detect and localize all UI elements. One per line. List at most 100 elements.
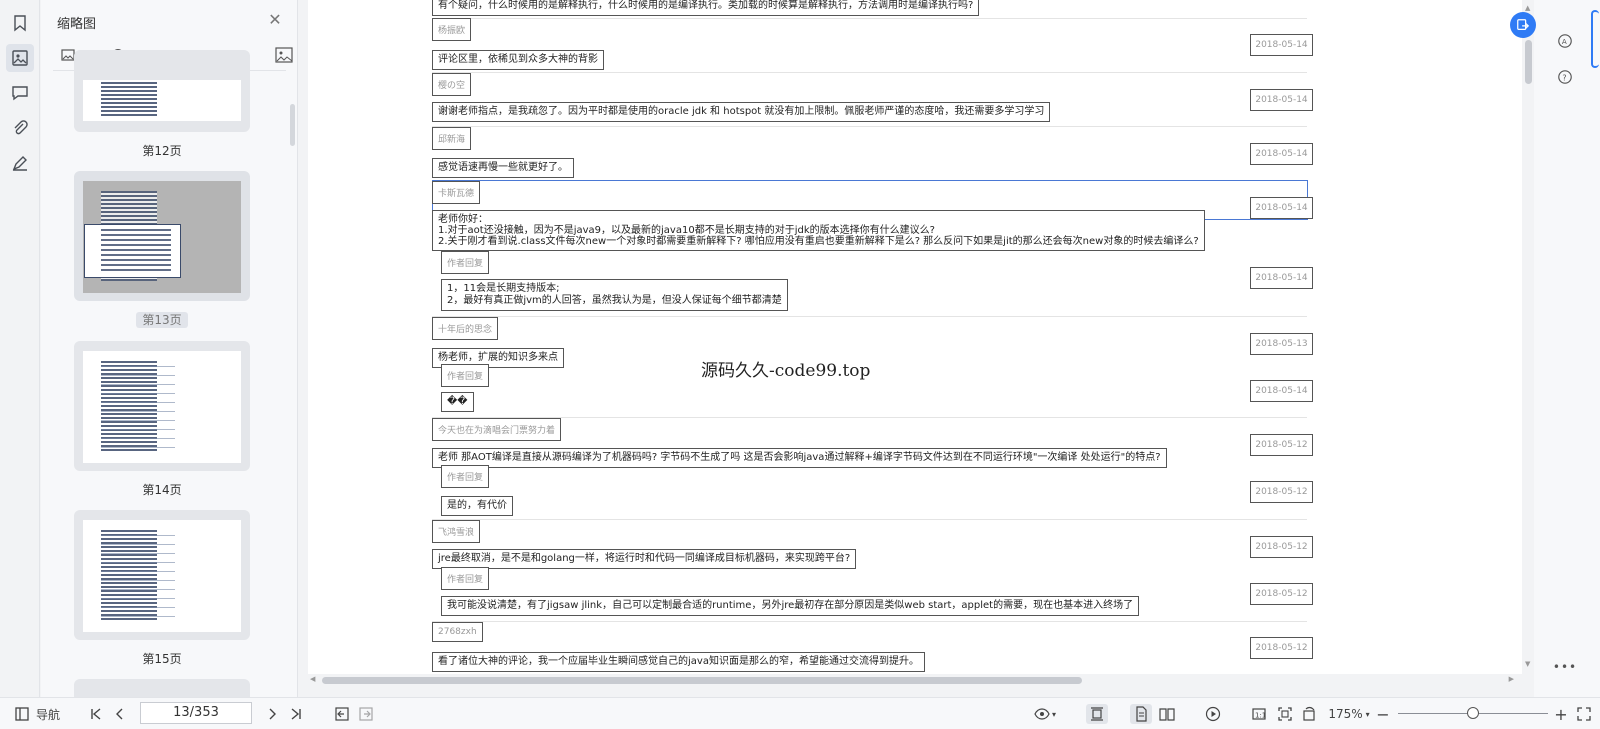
image-small-icon[interactable] xyxy=(61,49,75,61)
comment-date: 2018-05-12 xyxy=(1250,536,1313,558)
single-page-icon[interactable] xyxy=(1130,704,1152,724)
right-tool-rail: A ? ••• xyxy=(1534,0,1600,697)
comment-text: 评论区里，依稀见到众多大神的背影 xyxy=(432,50,604,70)
thumbnail-page-15[interactable] xyxy=(74,510,250,640)
navigation-toggle[interactable]: 导航 xyxy=(12,704,62,724)
actual-size-icon[interactable]: 1:1 xyxy=(1248,704,1270,724)
thumbnail-label: 第15页 xyxy=(142,652,182,666)
fit-page-icon[interactable] xyxy=(1274,704,1296,724)
comment-author: 樱の空 xyxy=(432,73,472,96)
sidebar-icon xyxy=(15,707,29,721)
comment-text: 有个疑问，什么时候用的是解释执行，什么时候用的是编译执行。类加载的时候算是解释执… xyxy=(432,0,980,16)
back-view-icon[interactable] xyxy=(332,704,352,724)
comment-text: 感觉语速再慢一些就更好了。 xyxy=(432,158,574,178)
comment-text: 老师 那AOT编译是直接从源码编译为了机器码吗? 字节码不生成了吗 这是否会影响… xyxy=(432,448,1167,468)
zoom-out-icon[interactable]: − xyxy=(1374,704,1392,724)
scroll-left-icon[interactable]: ◀ xyxy=(310,675,315,683)
reply-text: �� xyxy=(441,392,474,412)
comment-author: 今天也在为滴唱会门票努力着 xyxy=(432,418,562,441)
reply-label: 作者回复 xyxy=(441,251,490,274)
last-page-icon[interactable] xyxy=(286,704,306,724)
forward-view-icon[interactable] xyxy=(356,704,376,724)
comment-date: 2018-05-14 xyxy=(1250,143,1313,165)
floating-action-icon[interactable] xyxy=(1510,12,1536,38)
comment-date: 2018-05-12 xyxy=(1250,434,1313,456)
thumbnail-label: 第14页 xyxy=(142,483,182,497)
document-viewport[interactable]: 有个疑问，什么时候用的是解释执行，什么时候用的是编译执行。类加载的时候算是解释执… xyxy=(308,0,1522,674)
thumbnail-scrollbar[interactable] xyxy=(290,104,295,146)
scroll-up-icon[interactable]: ▲ xyxy=(1525,4,1530,12)
comment-date: 2018-05-14 xyxy=(1250,267,1313,289)
thumbnail-page-16[interactable] xyxy=(74,679,250,697)
reply-label: 作者回复 xyxy=(441,364,490,387)
left-tool-rail xyxy=(0,0,40,697)
comment-text: 看了诸位大神的评论，我一个应届毕业生瞬间感觉自己的java知识面是那么的窄，希望… xyxy=(432,652,925,672)
thumbnail-panel: 缩略图 ✕ 第12页 第13页 第14页 第15页 xyxy=(41,0,298,697)
continuous-scroll-icon[interactable] xyxy=(1086,704,1108,724)
comment-date: 2018-05-14 xyxy=(1250,197,1313,219)
reply-text: 是的，有代价 xyxy=(441,496,513,516)
first-page-icon[interactable] xyxy=(86,704,106,724)
comment-date: 2018-05-14 xyxy=(1250,34,1313,56)
thumbnail-panel-icon[interactable] xyxy=(6,44,34,72)
help-icon[interactable]: ? xyxy=(1554,66,1576,88)
svg-text:A: A xyxy=(1562,37,1567,46)
comment-date: 2018-05-12 xyxy=(1250,481,1313,503)
nav-label: 导航 xyxy=(35,707,60,722)
two-page-icon[interactable] xyxy=(1156,704,1178,724)
comment-icon[interactable] xyxy=(6,79,34,107)
play-icon[interactable] xyxy=(1202,704,1224,724)
more-icon[interactable]: ••• xyxy=(1553,656,1576,678)
next-page-icon[interactable] xyxy=(262,704,282,724)
zoom-in-icon[interactable]: + xyxy=(1552,704,1570,724)
reply-label: 作者回复 xyxy=(441,567,490,590)
zoom-dropdown[interactable]: 175% ▾ xyxy=(1324,704,1374,724)
side-panel-toggle[interactable] xyxy=(1591,10,1599,68)
bookmark-icon[interactable] xyxy=(6,9,34,37)
thumbnail-page-13[interactable] xyxy=(74,171,250,301)
thumbnail-label: 第12页 xyxy=(142,144,182,158)
signature-icon[interactable] xyxy=(6,149,34,177)
comment-text: 谢谢老师指点，是我疏忽了。因为平时都是使用的oracle jdk 和 hotsp… xyxy=(432,102,1051,122)
vertical-scrollbar[interactable]: ▲ ▼ xyxy=(1522,0,1534,674)
previous-page-icon[interactable] xyxy=(110,704,130,724)
comment-text-multiline: 老师你好： 1.对于aot还没接触，因为不是java9，以及最新的java10都… xyxy=(432,210,1205,251)
zoom-slider-knob[interactable] xyxy=(1467,707,1479,719)
reply-label: 作者回复 xyxy=(441,465,490,488)
rotate-icon[interactable] xyxy=(1298,704,1320,724)
horizontal-scrollbar[interactable]: ◀ ▶ xyxy=(308,674,1534,686)
thumbnail-page-14[interactable] xyxy=(74,341,250,471)
comment-author: 杨振欧 xyxy=(432,18,472,41)
status-bar: 导航 13/353 ▾ 1:1 175% ▾ − + xyxy=(0,697,1600,729)
thumbnail-label-current: 第13页 xyxy=(74,311,250,328)
attachment-icon[interactable] xyxy=(6,114,34,142)
translate-icon[interactable]: A xyxy=(1554,30,1576,52)
document-page: 有个疑问，什么时候用的是解释执行，什么时候用的是编译执行。类加载的时候算是解释执… xyxy=(308,0,1522,674)
comment-author: 邱新海 xyxy=(432,127,472,150)
comment-author: 2768zxh xyxy=(432,622,483,642)
scroll-right-icon[interactable]: ▶ xyxy=(1509,675,1514,683)
fullscreen-icon[interactable] xyxy=(1574,704,1594,724)
comment-date: 2018-05-14 xyxy=(1250,380,1313,402)
reply-text-multiline: 1，11会是长期支持版本; 2，最好有真正做jvm的人回答，虽然我认为是，但没人… xyxy=(441,279,788,311)
reply-text: 我可能没说清楚，有了jigsaw jlink，自己可以定制最合适的runtime… xyxy=(441,596,1140,616)
page-number-input[interactable]: 13/353 xyxy=(140,702,252,724)
svg-text:?: ? xyxy=(1562,74,1566,83)
zoom-value: 175% xyxy=(1328,707,1363,721)
scrollbar-thumb[interactable] xyxy=(322,677,1082,684)
comment-author: 卡斯瓦德 xyxy=(432,181,481,204)
close-icon[interactable]: ✕ xyxy=(267,12,283,28)
scrollbar-thumb[interactable] xyxy=(1525,40,1532,84)
comment-date: 2018-05-13 xyxy=(1250,333,1313,355)
image-large-icon[interactable] xyxy=(275,47,293,63)
reading-mode-icon[interactable]: ▾ xyxy=(1030,704,1060,724)
comment-date: 2018-05-12 xyxy=(1250,637,1313,659)
comment-text: jre最终取消，是不是和golang一样，将运行时和代码一同编译成目标机器码，来… xyxy=(432,549,857,569)
panel-title: 缩略图 xyxy=(57,17,97,32)
comment-date: 2018-05-12 xyxy=(1250,583,1313,605)
watermark-text: 源码久久-code99.top xyxy=(701,361,871,381)
scroll-down-icon[interactable]: ▼ xyxy=(1525,660,1530,668)
comment-author: 十年后的思念 xyxy=(432,317,499,340)
comment-date: 2018-05-14 xyxy=(1250,89,1313,111)
thumbnail-page-12[interactable] xyxy=(74,50,250,132)
